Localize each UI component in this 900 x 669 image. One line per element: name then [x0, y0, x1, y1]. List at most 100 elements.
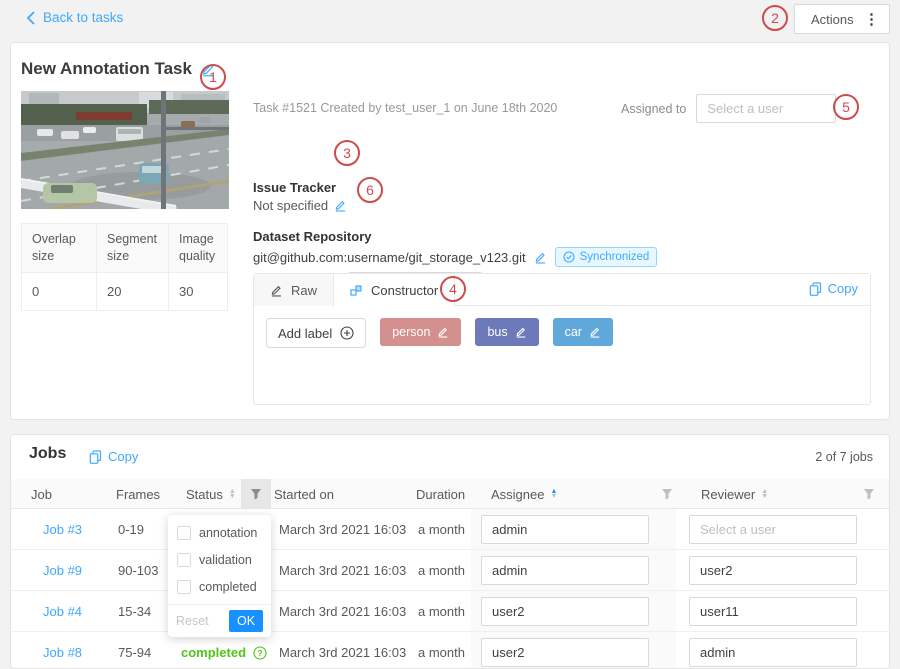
status-cell: completed ?: [181, 632, 267, 669]
filter-footer: Reset OK: [168, 604, 271, 637]
assignee-input[interactable]: [481, 597, 649, 626]
annotation-circle-5: 5: [833, 94, 859, 120]
tab-raw[interactable]: Raw: [254, 274, 334, 306]
synchronized-label: Synchronized: [580, 251, 650, 263]
reviewer-sort-icon[interactable]: ▲ ▼: [761, 489, 768, 499]
col-status[interactable]: Status ▲ ▼: [186, 479, 236, 509]
filter-ok-button[interactable]: OK: [229, 610, 263, 632]
edit-label-icon[interactable]: [589, 326, 601, 338]
started-cell: March 3rd 2021 16:03: [279, 509, 406, 550]
task-card: New Annotation Task: [10, 42, 890, 420]
job-row-9: Job #9 90-103 March 3rd 2021 16:03 a mon…: [11, 550, 889, 591]
label-chip-car[interactable]: car: [553, 318, 613, 346]
job-link[interactable]: Job #8: [43, 632, 82, 669]
assigned-to-label: Assigned to: [621, 102, 686, 116]
started-cell: March 3rd 2021 16:03: [279, 632, 406, 669]
checkbox-unchecked-icon[interactable]: [177, 526, 191, 540]
annotation-circle-4: 4: [440, 276, 466, 302]
col-status-label: Status: [186, 487, 223, 502]
col-duration[interactable]: Duration: [416, 479, 465, 509]
checkbox-unchecked-icon[interactable]: [177, 580, 191, 594]
dataset-repository-row: git@github.com:username/git_storage_v123…: [253, 247, 657, 267]
assignee-input[interactable]: [481, 638, 649, 667]
edit-repository-icon[interactable]: [534, 251, 547, 264]
segment-size-value: 20: [97, 273, 169, 311]
annotation-circle-2: 2: [762, 5, 788, 31]
label-chip-person[interactable]: person: [380, 318, 461, 346]
dataset-repository-url: git@github.com:username/git_storage_v123…: [253, 250, 526, 265]
checkbox-unchecked-icon[interactable]: [177, 553, 191, 567]
svg-text:?: ?: [257, 648, 262, 658]
pencil-icon: [270, 284, 283, 297]
reviewer-input[interactable]: [689, 515, 857, 544]
tab-constructor[interactable]: Constructor: [334, 274, 455, 307]
kebab-menu-icon: ⋮: [864, 12, 879, 27]
started-cell: March 3rd 2021 16:03: [279, 550, 406, 591]
street-scene-illustration: [21, 91, 229, 209]
filter-option-validation[interactable]: validation: [168, 546, 271, 573]
job-link[interactable]: Job #4: [43, 591, 82, 632]
col-started-on[interactable]: Started on: [274, 479, 334, 509]
labels-copy-label: Copy: [828, 281, 858, 296]
funnel-icon: [661, 488, 673, 500]
back-to-tasks-link[interactable]: Back to tasks: [26, 10, 123, 25]
task-detail-page: Back to tasks Actions ⋮ New Annotation T…: [0, 0, 900, 669]
reviewer-input[interactable]: [689, 638, 857, 667]
funnel-icon: [250, 488, 262, 500]
annotation-circle-6: 6: [357, 177, 383, 203]
label-person-name: person: [392, 325, 430, 339]
started-cell: March 3rd 2021 16:03: [279, 591, 406, 632]
reviewer-input[interactable]: [689, 597, 857, 626]
reviewer-filter-button[interactable]: [863, 479, 875, 509]
task-meta: Task #1521 Created by test_user_1 on Jun…: [253, 101, 557, 115]
col-reviewer-label: Reviewer: [701, 487, 755, 502]
col-reviewer[interactable]: Reviewer ▲ ▼: [701, 479, 768, 509]
duration-cell: a month: [418, 591, 465, 632]
task-assignee-input[interactable]: [696, 94, 836, 123]
add-label-button[interactable]: Add label: [266, 318, 366, 348]
assignee-filter-button[interactable]: [661, 479, 673, 509]
task-title-row: New Annotation Task: [21, 59, 216, 79]
filter-reset-button[interactable]: Reset: [176, 614, 209, 628]
label-car-name: car: [565, 325, 582, 339]
plus-circle-icon: [340, 326, 354, 340]
filter-option-annotation[interactable]: annotation: [168, 519, 271, 546]
question-circle-icon[interactable]: ?: [253, 646, 267, 660]
actions-button[interactable]: Actions ⋮: [794, 4, 890, 34]
job-link[interactable]: Job #9: [43, 550, 82, 591]
annotation-circle-3: 3: [334, 140, 360, 166]
frames-cell: 75-94: [118, 632, 151, 669]
edit-label-icon[interactable]: [437, 326, 449, 338]
jobs-copy-button[interactable]: Copy: [89, 449, 138, 464]
assignee-input[interactable]: [481, 556, 649, 585]
status-filter-button[interactable]: [241, 479, 271, 509]
col-job[interactable]: Job: [31, 479, 52, 509]
filter-option-completed[interactable]: completed: [168, 573, 271, 600]
funnel-icon: [863, 488, 875, 500]
task-preview-image: [21, 91, 229, 209]
duration-cell: a month: [418, 632, 465, 669]
assignee-sort-icon[interactable]: ▲ ▼: [550, 489, 557, 499]
overlap-size-header: Overlap size: [22, 224, 97, 272]
col-frames[interactable]: Frames: [116, 479, 160, 509]
edit-issue-tracker-icon[interactable]: [334, 199, 347, 212]
status-completed-label: completed: [181, 645, 246, 660]
edit-label-icon[interactable]: [515, 326, 527, 338]
params-value-row: 0 20 30: [22, 273, 227, 311]
job-link[interactable]: Job #3: [43, 509, 82, 550]
back-to-tasks-label: Back to tasks: [43, 10, 123, 25]
segment-size-header: Segment size: [97, 224, 169, 272]
label-chip-bus[interactable]: bus: [475, 318, 538, 346]
task-title: New Annotation Task: [21, 59, 192, 79]
caret-down-icon: ▼: [229, 494, 236, 499]
job-row-3: Job #3 0-19 March 3rd 2021 16:03 a month: [11, 509, 889, 550]
blocks-icon: [350, 284, 363, 297]
synchronized-badge: Synchronized: [555, 247, 658, 267]
jobs-card: Jobs Copy 2 of 7 jobs Job Frames Status …: [10, 434, 890, 669]
assignee-input[interactable]: [481, 515, 649, 544]
labels-copy-button[interactable]: Copy: [809, 281, 858, 296]
col-assignee[interactable]: Assignee ▲ ▼: [491, 479, 557, 509]
status-sort-icon[interactable]: ▲ ▼: [229, 489, 236, 499]
issue-tracker-label: Issue Tracker: [253, 180, 336, 195]
reviewer-input[interactable]: [689, 556, 857, 585]
